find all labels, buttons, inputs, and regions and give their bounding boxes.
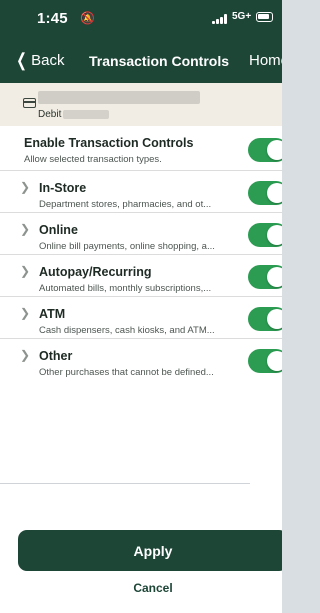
signal-icon bbox=[212, 14, 228, 24]
category-row-online[interactable]: ❯ Online Online bill payments, online sh… bbox=[0, 214, 282, 255]
category-desc: Online bill payments, online shopping, a… bbox=[39, 241, 215, 252]
toggle-knob bbox=[267, 183, 282, 203]
master-label: Enable Transaction Controls bbox=[24, 136, 194, 150]
nav-bar: ❮ Back Transaction Controls Home bbox=[0, 48, 282, 78]
apply-button[interactable]: Apply bbox=[18, 530, 282, 571]
master-desc: Allow selected transaction types. bbox=[24, 154, 162, 165]
page-title: Transaction Controls bbox=[89, 53, 230, 69]
category-toggle[interactable] bbox=[248, 223, 282, 247]
category-label: Online bbox=[39, 223, 78, 237]
back-label: Back bbox=[31, 52, 65, 69]
battery-icon bbox=[256, 12, 273, 22]
bell-slash-icon: 🔕 bbox=[80, 11, 95, 25]
toggle-knob bbox=[267, 225, 282, 245]
category-row-in-store[interactable]: ❯ In-Store Department stores, pharmacies… bbox=[0, 172, 282, 213]
toggle-knob bbox=[267, 267, 282, 287]
chevron-right-icon: ❯ bbox=[20, 306, 31, 320]
chevron-left-icon: ❮ bbox=[16, 50, 27, 70]
category-desc: Automated bills, monthly subscriptions,.… bbox=[39, 283, 212, 294]
toggle-knob bbox=[267, 309, 282, 329]
master-toggle[interactable] bbox=[248, 138, 282, 162]
category-row-autopay[interactable]: ❯ Autopay/Recurring Automated bills, mon… bbox=[0, 256, 282, 297]
chevron-right-icon: ❯ bbox=[20, 264, 31, 278]
category-toggle[interactable] bbox=[248, 265, 282, 289]
divider bbox=[0, 483, 250, 484]
header: 1:45 🔕 5G+ ❮ Back Transaction Controls H… bbox=[0, 0, 282, 83]
category-desc: Cash dispensers, cash kiosks, and ATM... bbox=[39, 325, 215, 336]
chevron-right-icon: ❯ bbox=[20, 348, 31, 362]
home-button[interactable]: Home bbox=[249, 52, 282, 69]
account-type: Debit bbox=[38, 109, 62, 120]
category-toggle[interactable] bbox=[248, 307, 282, 331]
category-label: In-Store bbox=[39, 181, 87, 195]
category-toggle[interactable] bbox=[248, 181, 282, 205]
category-label: Autopay/Recurring bbox=[39, 265, 152, 279]
category-row-atm[interactable]: ❯ ATM Cash dispensers, cash kiosks, and … bbox=[0, 298, 282, 339]
category-row-other[interactable]: ❯ Other Other purchases that cannot be d… bbox=[0, 340, 282, 381]
category-toggle[interactable] bbox=[248, 349, 282, 373]
toggle-knob bbox=[267, 140, 282, 160]
account-card: Debit bbox=[0, 83, 282, 126]
phone-screen: 1:45 🔕 5G+ ❮ Back Transaction Controls H… bbox=[0, 0, 282, 613]
category-desc: Department stores, pharmacies, and ot... bbox=[39, 199, 212, 210]
account-name-redacted bbox=[38, 91, 200, 104]
chevron-right-icon: ❯ bbox=[20, 180, 31, 194]
cancel-button[interactable]: Cancel bbox=[18, 581, 282, 601]
category-label: ATM bbox=[39, 307, 66, 321]
status-time: 1:45 bbox=[37, 10, 68, 27]
account-number-redacted bbox=[63, 110, 109, 119]
credit-card-icon bbox=[23, 98, 36, 108]
category-label: Other bbox=[39, 349, 73, 363]
back-button[interactable]: ❮ Back bbox=[14, 50, 65, 70]
category-desc: Other purchases that cannot be defined..… bbox=[39, 367, 214, 378]
chevron-right-icon: ❯ bbox=[20, 222, 31, 236]
network-label: 5G+ bbox=[232, 11, 252, 22]
status-bar: 1:45 🔕 5G+ bbox=[0, 0, 282, 40]
master-toggle-row: Enable Transaction Controls Allow select… bbox=[0, 126, 282, 171]
toggle-knob bbox=[267, 351, 282, 371]
